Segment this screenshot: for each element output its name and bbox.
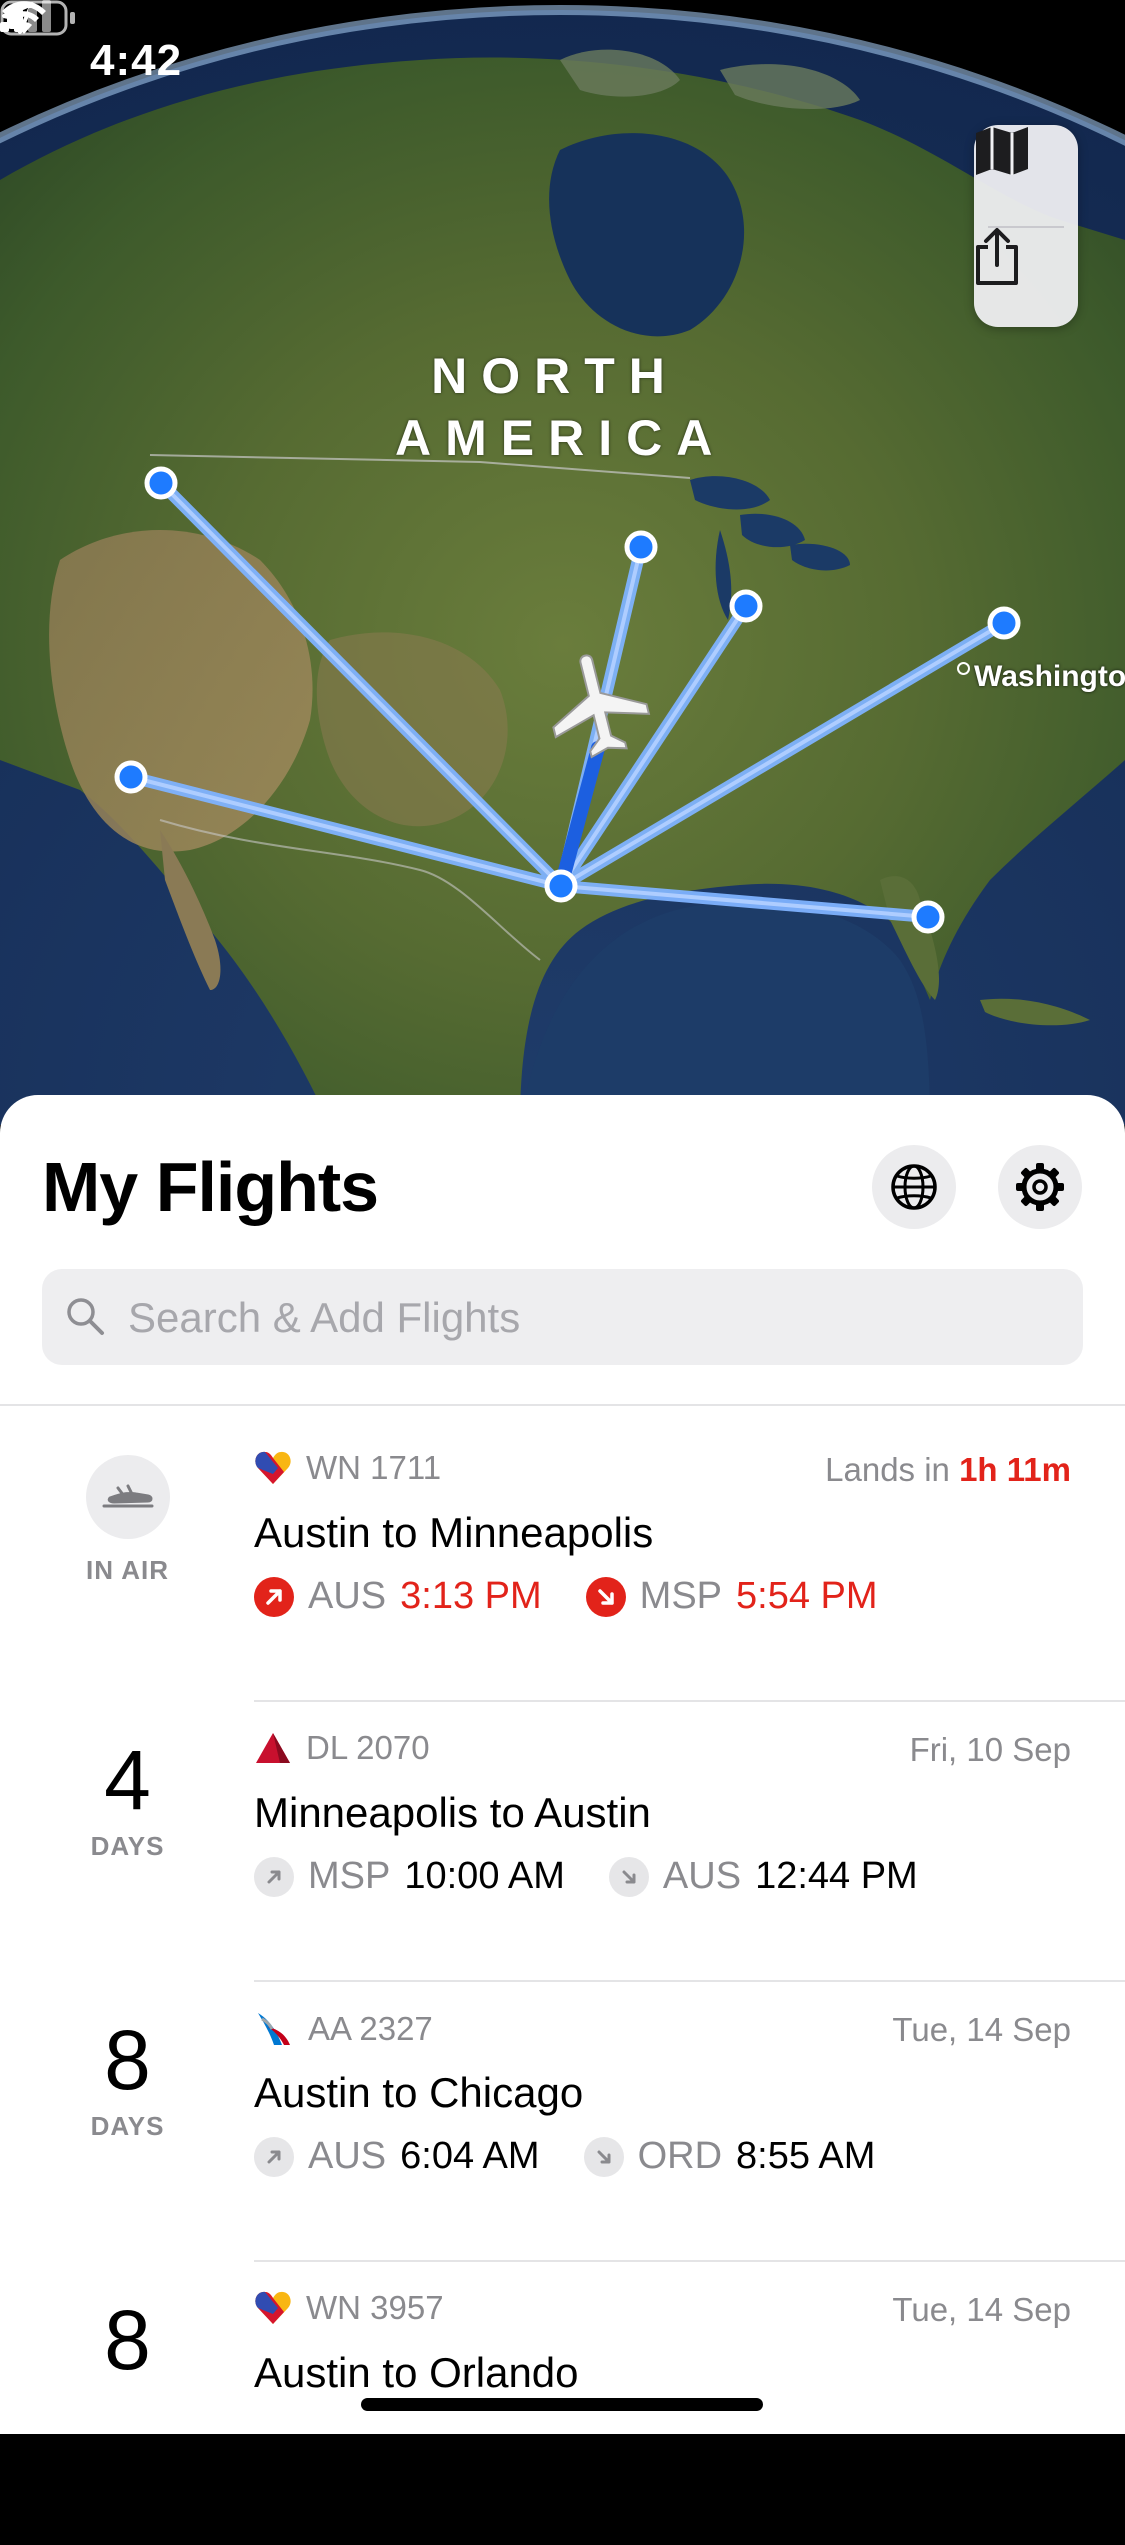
home-indicator[interactable] [361, 2398, 763, 2411]
departure-time: 3:13 PM [400, 1575, 542, 1617]
days-caption: DAYS [90, 1831, 165, 1861]
map-icon [976, 127, 1028, 175]
departure-arrow-icon [254, 1856, 294, 1897]
flight-number: AA 2327 [308, 2010, 433, 2047]
city-marker [957, 662, 970, 675]
american-airlines-icon [258, 2013, 290, 2045]
flight-row-dl2070[interactable]: 4 DAYS DL 2070 Fri, 10 Sep Minneapolis t… [0, 1705, 1125, 1985]
status-caption: IN AIR [85, 1555, 170, 1585]
route-title: Austin to Orlando [254, 2349, 579, 2396]
departure-code: MSP [308, 1855, 391, 1897]
globe-icon [891, 1164, 937, 1210]
gear-icon [1016, 1163, 1064, 1211]
departure-code: AUS [308, 2135, 387, 2177]
airplane-icon [102, 1484, 153, 1508]
landing-countdown: Lands in 1h 11m [825, 1451, 1071, 1488]
departure-code: AUS [308, 1575, 387, 1617]
settings-button[interactable] [998, 1145, 1082, 1229]
flights-sheet: My Flights Search & Add Flights IN AIR W… [0, 1095, 1125, 2434]
flight-number: WN 1711 [306, 1449, 442, 1486]
arrival-time: 5:54 PM [736, 1575, 878, 1617]
status-bar: 4:42 [0, 0, 1125, 130]
search-bar[interactable] [42, 1269, 1083, 1367]
southwest-heart-icon [255, 2291, 291, 2324]
search-icon [67, 1298, 104, 1335]
search-input[interactable] [126, 1269, 1050, 1367]
share-icon [976, 228, 1018, 285]
departure-time: 10:00 AM [404, 1855, 565, 1897]
status-time: 4:42 [90, 36, 183, 85]
southwest-heart-icon [255, 1451, 291, 1484]
departure-arrow-icon [254, 2136, 294, 2177]
arrival-arrow-icon [583, 2136, 624, 2177]
arrival-time: 8:55 AM [736, 2135, 876, 2177]
flight-row-aa2327[interactable]: 8 DAYS AA 2327 Tue, 14 Sep Austin to Chi… [0, 1985, 1125, 2265]
flight-number: WN 3957 [306, 2289, 444, 2326]
row-divider [254, 1700, 1125, 1702]
arrival-arrow-icon [608, 1856, 649, 1897]
city-label: Washington [974, 660, 1125, 693]
in-air-badge [85, 1455, 170, 1539]
flight-number: DL 2070 [306, 1729, 430, 1766]
globe-button[interactable] [872, 1145, 956, 1229]
delta-triangle-icon [256, 1733, 290, 1763]
route-title: Minneapolis to Austin [254, 1789, 651, 1836]
days-count: 8 [104, 2293, 151, 2387]
route-title: Austin to Minneapolis [254, 1509, 654, 1556]
days-count: 8 [104, 2013, 151, 2107]
region-label: NORTH AMERICA [395, 348, 727, 466]
map-controls [974, 125, 1078, 327]
share-button[interactable] [974, 227, 1078, 327]
flight-date: Tue, 14 Sep [892, 2291, 1071, 2328]
arrival-time: 12:44 PM [755, 1855, 918, 1897]
flight-date: Tue, 14 Sep [892, 2011, 1071, 2048]
row-divider [254, 2260, 1125, 2262]
flight-row-wn1711[interactable]: IN AIR WN 1711 Lands in 1h 11m Austin to… [0, 1425, 1125, 1705]
arrival-arrow-icon [585, 1576, 626, 1617]
days-caption: DAYS [90, 2111, 165, 2141]
map-style-button[interactable] [974, 125, 1078, 225]
flight-date: Fri, 10 Sep [909, 1731, 1071, 1768]
route-title: Austin to Chicago [254, 2069, 584, 2116]
arrival-code: ORD [637, 2135, 723, 2177]
row-divider [254, 1980, 1125, 1982]
days-count: 4 [104, 1733, 151, 1827]
battery-icon [0, 0, 75, 36]
flight-map[interactable]: NORTH AMERICA Washington 4:42 [0, 0, 1125, 1125]
divider [0, 1404, 1125, 1406]
arrival-code: MSP [639, 1575, 723, 1617]
page-title: My Flights [42, 1148, 379, 1226]
departure-arrow-icon [254, 1576, 294, 1617]
departure-time: 6:04 AM [400, 2135, 540, 2177]
arrival-code: AUS [662, 1855, 742, 1897]
